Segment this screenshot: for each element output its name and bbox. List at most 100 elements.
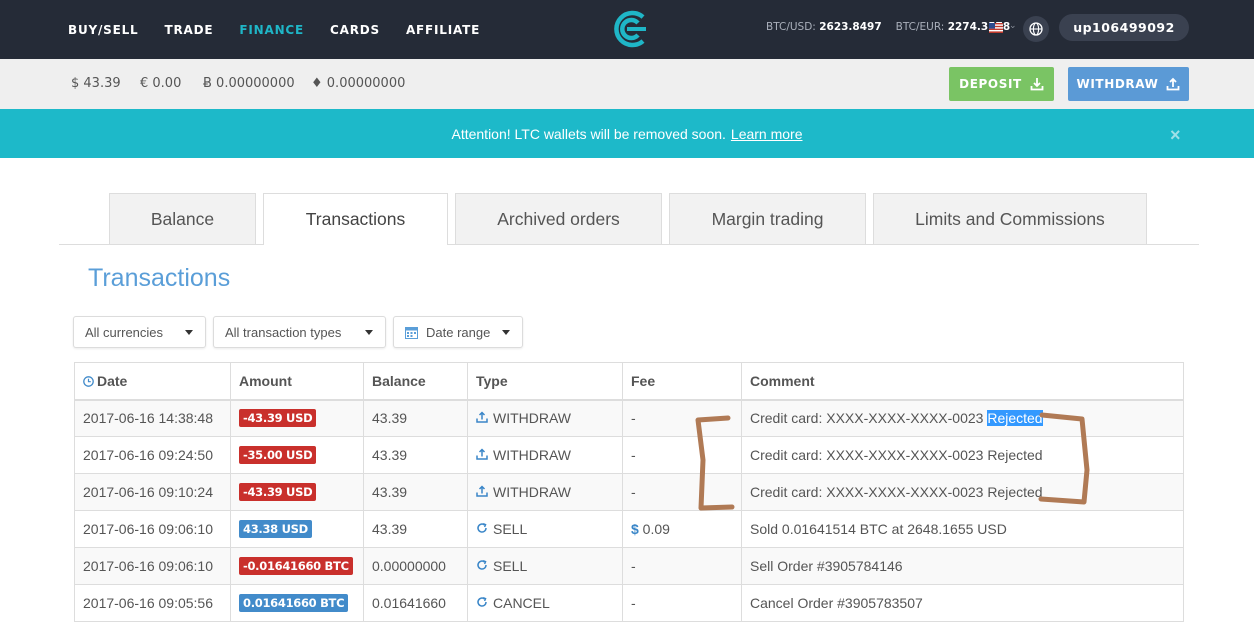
balance-bar: $ 43.39 € 0.00 Ƀ 0.00000000 ♦ 0.00000000 [0,59,1254,109]
nav-affiliate[interactable]: AFFILIATE [406,23,480,37]
cell-amount: -0.01641660 BTC [230,547,364,585]
withdraw-button[interactable]: WITHDRAW [1068,67,1189,101]
cell-fee: $ 0.09 [622,510,742,548]
comment-text: Credit card: XXXX-XXXX-XXXX-0023 Rejecte… [750,447,1043,463]
cell-type: CANCEL [467,584,623,622]
clock-icon [83,375,94,387]
cell-amount: -35.00 USD [230,436,364,474]
tab-archived-orders[interactable]: Archived orders [455,193,662,244]
transaction-type-filter[interactable]: All transaction types [213,316,386,348]
tab-limits-commissions[interactable]: Limits and Commissions [873,193,1147,244]
comment-text: Credit card: XXXX-XXXX-XXXX-0023 Rejecte… [750,484,1043,500]
learn-more-link[interactable]: Learn more [731,126,803,142]
globe-icon[interactable] [1023,16,1049,42]
nav-trade[interactable]: TRADE [165,23,214,37]
cell-fee: - [622,547,742,585]
cell-comment: Credit card: XXXX-XXXX-XXXX-0023 Rejecte… [741,399,1184,437]
tab-transactions[interactable]: Transactions [263,193,448,245]
download-icon [1030,78,1044,91]
refresh-icon [476,596,489,611]
btc-usd-rate: BTC/USD: 2623.8497 [766,21,882,33]
withdraw-label: WITHDRAW [1076,77,1159,91]
selected-text: Rejected [987,410,1043,427]
cell-fee: - [622,473,742,511]
usd-balance: $ 43.39 [71,76,121,91]
comment-text: Credit card: XXXX-XXXX-XXXX-0023 [750,410,988,427]
main-menu: BUY/SELL TRADE FINANCE CARDS AFFILIATE [68,0,506,59]
col-type-header[interactable]: Type [467,362,623,401]
nav-finance[interactable]: FINANCE [239,23,304,37]
table-row[interactable]: 2017-06-16 09:06:10 -0.01641660 BTC 0.0000… [74,547,1184,585]
type-label: SELL [493,521,528,537]
type-filter-label: All transaction types [225,324,342,340]
cell-fee: - [622,399,742,437]
cell-type: WITHDRAW [467,436,623,474]
nav-buy-sell[interactable]: BUY/SELL [68,23,139,37]
currency-filter-label: All currencies [85,324,164,340]
cell-balance: 43.39 [363,510,468,548]
refresh-icon [476,559,489,574]
cell-amount: 0.01641660 BTC [230,584,364,622]
col-balance-header[interactable]: Balance [363,362,468,401]
fee-value: 0.09 [638,521,670,537]
transactions-body: 2017-06-16 14:38:48 -43.39 USD 43.39 WITHDR… [74,399,1184,622]
caret-down-icon [502,330,510,335]
table-row[interactable]: 2017-06-16 09:05:56 0.01641660 BTC 0.01641… [74,584,1184,622]
table-row[interactable]: 2017-06-16 09:06:10 43.38 USD 43.39 SELL $ 0… [74,510,1184,548]
eur-balance: € 0.00 [140,76,182,91]
tab-divider [59,244,1199,245]
page-title: Transactions [88,264,231,292]
date-filter-label: Date range [426,324,491,340]
cell-comment: Sold 0.01641514 BTC at 2648.1655 USD [741,510,1184,548]
cell-date: 2017-06-16 09:05:56 [74,584,231,622]
upload-icon [476,485,489,500]
close-icon[interactable]: × [1170,125,1181,146]
cell-date: 2017-06-16 14:38:48 [74,399,231,437]
comment-text: Sold 0.01641514 BTC at 2648.1655 USD [750,521,1007,537]
col-date-label: Date [97,372,128,389]
eth-balance: ♦ 0.00000000 [311,76,406,91]
user-account-button[interactable]: up106499092 [1059,14,1189,41]
us-flag-icon[interactable] [989,23,1003,33]
col-comment-header[interactable]: Comment [741,362,1184,401]
amount-badge: -35.00 USD [239,446,317,464]
alert-text: Attention! LTC wallets will be removed s… [451,125,726,142]
amount-badge: -43.39 USD [239,409,317,428]
caret-down-icon [365,330,373,335]
amount-badge: -0.01641660 BTC [239,557,353,575]
type-label: WITHDRAW [493,447,572,463]
transactions-table: Date Amount Balance Type Fee Comment 201… [74,362,1184,622]
deposit-button[interactable]: DEPOSIT [949,67,1054,101]
cell-type: WITHDRAW [467,473,623,511]
upload-icon [1167,77,1180,91]
col-fee-header[interactable]: Fee [622,362,742,401]
cell-type: SELL [467,510,623,548]
table-row[interactable]: 2017-06-16 09:10:24 -43.39 USD 43.39 WITHDR… [74,473,1184,511]
col-amount-header[interactable]: Amount [230,362,364,401]
top-navbar: BUY/SELL TRADE FINANCE CARDS AFFILIATE B… [0,0,1254,59]
cell-amount: -43.39 USD [230,399,364,437]
ltc-alert-banner: Attention! LTC wallets will be removed s… [0,109,1254,158]
cell-comment: Sell Order #3905784146 [741,547,1184,585]
type-label: SELL [493,558,528,574]
cell-balance: 43.39 [363,399,468,437]
calendar-icon [405,326,418,339]
language-caret-icon[interactable]: ⌄ [1009,20,1017,31]
nav-cards[interactable]: CARDS [330,23,380,37]
col-date-header[interactable]: Date [74,362,231,401]
cell-date: 2017-06-16 09:06:10 [74,510,231,548]
tab-margin-trading[interactable]: Margin trading [669,193,866,244]
cell-comment: Credit card: XXXX-XXXX-XXXX-0023 Rejecte… [741,473,1184,511]
cell-amount: 43.38 USD [230,510,364,548]
comment-text: Cancel Order #3905783507 [750,595,923,611]
tab-balance[interactable]: Balance [109,193,256,244]
table-row[interactable]: 2017-06-16 09:24:50 -35.00 USD 43.39 WITHDR… [74,436,1184,474]
cell-type: WITHDRAW [467,399,623,437]
type-label: WITHDRAW [493,484,572,500]
cell-type: SELL [467,547,623,585]
cex-logo-icon[interactable] [610,10,650,48]
table-row[interactable]: 2017-06-16 14:38:48 -43.39 USD 43.39 WITHDR… [74,399,1184,437]
currency-filter[interactable]: All currencies [73,316,206,348]
cell-date: 2017-06-16 09:06:10 [74,547,231,585]
date-range-filter[interactable]: Date range [393,316,523,348]
